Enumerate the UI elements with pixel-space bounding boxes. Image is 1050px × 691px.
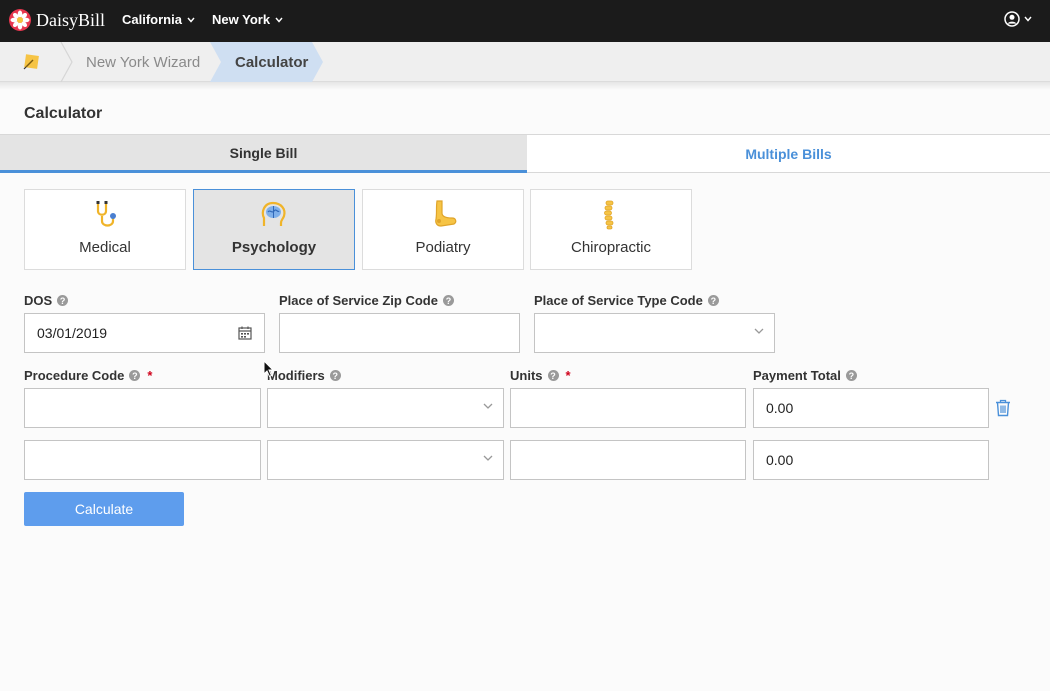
specialty-label: Medical [79, 239, 131, 256]
zip-label-text: Place of Service Zip Code [279, 293, 438, 308]
spine-icon [604, 200, 614, 230]
specialty-medical[interactable]: Medical [24, 189, 186, 270]
help-icon[interactable]: ? [329, 370, 341, 381]
units-input[interactable] [510, 440, 746, 480]
chevron-down-icon [187, 17, 195, 23]
procedure-code-label: Procedure Code ? * [24, 368, 152, 383]
chevron-down-icon [483, 455, 493, 461]
units-input[interactable] [510, 388, 746, 428]
zip-label: Place of Service Zip Code ? [279, 293, 454, 308]
help-icon[interactable]: ? [707, 295, 719, 306]
specialty-label: Podiatry [415, 239, 471, 256]
modifiers-select[interactable] [267, 388, 504, 428]
brand-logo[interactable]: DaisyBill [9, 9, 105, 31]
mouse-cursor-icon [263, 360, 275, 378]
units-label: Units ? * [510, 368, 571, 383]
chevron-down-icon [275, 17, 283, 23]
tab-single-bill[interactable]: Single Bill [0, 134, 527, 173]
breadcrumb-item-wizard[interactable]: New York Wizard [86, 54, 200, 71]
breadcrumb-separator-icon [60, 42, 73, 82]
daisy-logo-icon [9, 9, 31, 31]
top-navbar: DaisyBill California New York [0, 0, 1050, 42]
help-icon[interactable]: ? [442, 295, 454, 306]
tab-label: Single Bill [229, 144, 298, 161]
chevron-down-icon [754, 328, 764, 334]
divider [0, 82, 1050, 90]
calendar-icon[interactable] [238, 326, 252, 340]
foot-icon [435, 200, 457, 227]
brain-icon [261, 201, 286, 226]
modifiers-label-text: Modifiers [267, 368, 325, 383]
modifiers-select[interactable] [267, 440, 504, 480]
help-icon[interactable]: ? [129, 370, 141, 381]
specialty-chiropractic[interactable]: Chiropractic [530, 189, 692, 270]
specialty-podiatry[interactable]: Podiatry [362, 189, 524, 270]
procedure-code-input[interactable] [24, 440, 261, 480]
trash-icon[interactable] [995, 399, 1011, 417]
state-dropdown-new-york[interactable]: New York [212, 12, 283, 27]
specialty-label: Psychology [231, 239, 317, 256]
procedure-code-input[interactable] [24, 388, 261, 428]
stethoscope-icon [96, 201, 116, 227]
units-label-text: Units [510, 368, 543, 383]
zip-code-input[interactable] [279, 313, 520, 353]
user-avatar-icon [1004, 11, 1020, 27]
chevron-down-icon [1024, 16, 1032, 22]
breadcrumb: New York Wizard Calculator [0, 42, 1050, 82]
calculate-button-label: Calculate [74, 501, 134, 517]
help-icon[interactable]: ? [57, 295, 69, 306]
dos-label: DOS ? [24, 293, 69, 308]
payment-total-value: 0.00 [766, 400, 794, 416]
help-icon[interactable]: ? [845, 370, 857, 381]
payment-total-label: Payment Total ? [753, 368, 857, 383]
type-code-label: Place of Service Type Code ? [534, 293, 719, 308]
breadcrumb-home[interactable] [0, 42, 62, 82]
dos-value: 03/01/2019 [37, 325, 108, 341]
modifiers-label: Modifiers ? [267, 368, 341, 383]
specialty-label: Chiropractic [570, 239, 652, 256]
user-menu[interactable] [1004, 11, 1032, 27]
payment-total-field: 0.00 [753, 440, 989, 480]
payment-total-field: 0.00 [753, 388, 989, 428]
procedure-code-label-text: Procedure Code [24, 368, 125, 383]
page-title: Calculator [24, 105, 103, 122]
brand-name: DaisyBill [36, 9, 106, 30]
payment-total-value: 0.00 [766, 452, 794, 468]
state-dropdown-california[interactable]: California [122, 12, 195, 27]
payment-total-label-text: Payment Total [753, 368, 841, 383]
tab-multiple-bills[interactable]: Multiple Bills [527, 134, 1050, 173]
dos-label-text: DOS [24, 293, 53, 308]
chevron-down-icon [483, 403, 493, 409]
note-icon [23, 54, 39, 70]
help-icon[interactable]: ? [547, 370, 559, 381]
state-dropdown-label: New York [212, 12, 271, 27]
breadcrumb-item-calculator: Calculator [235, 54, 309, 71]
tab-label: Multiple Bills [745, 145, 832, 162]
required-indicator: * [565, 368, 571, 383]
dos-field[interactable]: 03/01/2019 [24, 313, 265, 353]
calculate-button[interactable]: Calculate [24, 492, 184, 526]
type-code-label-text: Place of Service Type Code [534, 293, 703, 308]
required-indicator: * [147, 368, 153, 383]
state-dropdown-label: California [122, 12, 182, 27]
type-code-select[interactable] [534, 313, 775, 353]
specialty-psychology[interactable]: Psychology [193, 189, 355, 270]
